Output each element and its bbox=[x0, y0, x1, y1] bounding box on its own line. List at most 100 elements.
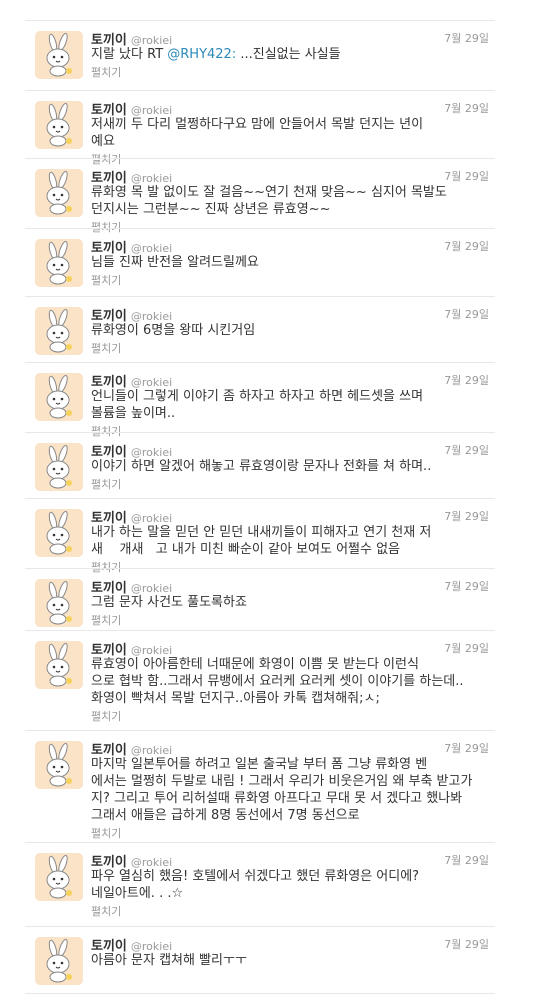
user-name[interactable]: 토끼이 bbox=[91, 445, 127, 460]
tweet-timestamp[interactable]: 7월 29일 bbox=[444, 852, 489, 868]
user-handle[interactable]: @rokiei bbox=[131, 376, 172, 389]
expand-link[interactable]: 펼치기 bbox=[91, 476, 489, 492]
expand-link[interactable]: 펼치기 bbox=[91, 64, 489, 80]
user-handle[interactable]: @rokiei bbox=[131, 242, 172, 255]
avatar[interactable] bbox=[35, 641, 83, 689]
tweet-timestamp[interactable]: 7월 29일 bbox=[444, 740, 489, 756]
tweet-item[interactable]: 토끼이 @rokiei 7월 29일 님들 진짜 반전을 알려드릴께요 펼치기 bbox=[25, 228, 495, 287]
rabbit-avatar-icon bbox=[35, 307, 83, 355]
tweet-item[interactable]: 토끼이 @rokiei 7월 29일 아름아 문자 캡쳐해 빨리ㅜㅜ bbox=[25, 926, 495, 985]
avatar[interactable] bbox=[35, 509, 83, 557]
user-name[interactable]: 토끼이 bbox=[91, 939, 127, 954]
tweet-timestamp[interactable]: 7월 29일 bbox=[444, 306, 489, 322]
mention-link[interactable]: @RHY422: bbox=[167, 47, 236, 62]
user-handle[interactable]: @rokiei bbox=[131, 582, 172, 595]
tweet-text: 이야기 하면 알겠어 해놓고 류효영이랑 문자나 전화를 쳐 하며.. bbox=[91, 459, 432, 474]
user-handle[interactable]: @rokiei bbox=[131, 446, 172, 459]
tweet-timestamp[interactable]: 7월 29일 bbox=[444, 238, 489, 254]
tweet-item[interactable]: 토끼이 @rokiei 7월 29일 류효영이 아아름한테 너때문에 화영이 이쁨… bbox=[25, 630, 495, 723]
rabbit-avatar-icon bbox=[35, 239, 83, 287]
user-handle[interactable]: @rokiei bbox=[131, 856, 172, 869]
tweet-item[interactable]: 토끼이 @rokiei 7월 29일 저새끼 두 다리 멀쩡하다구요 맘에 안들어… bbox=[25, 90, 495, 166]
expand-link[interactable]: 펼치기 bbox=[91, 151, 489, 167]
rabbit-avatar-icon bbox=[35, 853, 83, 901]
user-name[interactable]: 토끼이 bbox=[91, 643, 127, 658]
user-name[interactable]: 토끼이 bbox=[91, 511, 127, 526]
divider bbox=[25, 993, 495, 994]
rabbit-avatar-icon bbox=[35, 741, 83, 789]
avatar[interactable] bbox=[35, 307, 83, 355]
user-name[interactable]: 토끼이 bbox=[91, 241, 127, 256]
expand-link[interactable]: 펼치기 bbox=[91, 612, 489, 628]
tweet-timestamp[interactable]: 7월 29일 bbox=[444, 640, 489, 656]
tweet-timestamp[interactable]: 7월 29일 bbox=[444, 508, 489, 524]
tweet-item[interactable]: 토끼이 @rokiei 7월 29일 그럼 문자 사건도 풀도록하죠 펼치기 bbox=[25, 568, 495, 627]
user-name[interactable]: 토끼이 bbox=[91, 171, 127, 186]
avatar[interactable] bbox=[35, 443, 83, 491]
expand-link[interactable]: 펼치기 bbox=[91, 272, 489, 288]
avatar[interactable] bbox=[35, 741, 83, 789]
tweet-text: 아름아 문자 캡쳐해 빨리ㅜㅜ bbox=[91, 953, 247, 968]
tweet-item[interactable]: 토끼이 @rokiei 7월 29일 파우 열심히 했음! 호텔에서 쉬겠다고 했… bbox=[25, 842, 495, 918]
user-name[interactable]: 토끼이 bbox=[91, 855, 127, 870]
tweet-text: 파우 열심히 했음! 호텔에서 쉬겠다고 했던 류화영은 어디에? 네일아트에.… bbox=[91, 869, 420, 901]
tweet-timestamp[interactable]: 7월 29일 bbox=[444, 100, 489, 116]
tweet-timestamp[interactable]: 7월 29일 bbox=[444, 168, 489, 184]
expand-link[interactable]: 펼치기 bbox=[91, 825, 489, 841]
tweet-timestamp[interactable]: 7월 29일 bbox=[444, 30, 489, 46]
user-handle[interactable]: @rokiei bbox=[131, 512, 172, 525]
rabbit-avatar-icon bbox=[35, 937, 83, 985]
tweet-text: 그럼 문자 사건도 풀도록하죠 bbox=[91, 595, 247, 610]
avatar[interactable] bbox=[35, 579, 83, 627]
user-name[interactable]: 토끼이 bbox=[91, 375, 127, 390]
user-name[interactable]: 토끼이 bbox=[91, 309, 127, 324]
avatar[interactable] bbox=[35, 169, 83, 217]
rabbit-avatar-icon bbox=[35, 641, 83, 689]
tweet-timestamp[interactable]: 7월 29일 bbox=[444, 442, 489, 458]
user-handle[interactable]: @rokiei bbox=[131, 644, 172, 657]
user-name[interactable]: 토끼이 bbox=[91, 33, 127, 48]
tweet-timestamp[interactable]: 7월 29일 bbox=[444, 372, 489, 388]
user-handle[interactable]: @rokiei bbox=[131, 940, 172, 953]
tweet-timestamp[interactable]: 7월 29일 bbox=[444, 936, 489, 952]
tweet-item[interactable]: 토끼이 @rokiei 7월 29일 류화영이 6명을 왕따 시킨거임 펼치기 bbox=[25, 296, 495, 355]
rabbit-avatar-icon bbox=[35, 31, 83, 79]
expand-link[interactable]: 펼치기 bbox=[91, 219, 489, 235]
tweet-item[interactable]: 토끼이 @rokiei 7월 29일 마지막 일본투어를 하려고 일본 출국날 부… bbox=[25, 730, 495, 840]
user-handle[interactable]: @rokiei bbox=[131, 744, 172, 757]
rabbit-avatar-icon bbox=[35, 509, 83, 557]
tweet-text: 마지막 일본투어를 하려고 일본 출국날 부터 폼 그냥 류화영 벤 에서는 멀… bbox=[91, 757, 473, 823]
user-name[interactable]: 토끼이 bbox=[91, 581, 127, 596]
tweet-item[interactable]: 토끼이 @rokiei 7월 29일 류화영 목 발 없이도 잘 걸음~~연기 천… bbox=[25, 158, 495, 234]
tweet-item[interactable]: 토끼이 @rokiei 7월 29일 언니들이 그렇게 이야기 좀 하자고 하자고… bbox=[25, 362, 495, 438]
expand-link[interactable]: 펼치기 bbox=[91, 340, 489, 356]
user-name[interactable]: 토끼이 bbox=[91, 103, 127, 118]
avatar[interactable] bbox=[35, 853, 83, 901]
tweet-text: 류효영이 아아름한테 너때문에 화영이 이쁨 못 받는다 이런식 으로 협박 함… bbox=[91, 657, 464, 706]
user-handle[interactable]: @rokiei bbox=[131, 34, 172, 47]
rabbit-avatar-icon bbox=[35, 373, 83, 421]
user-handle[interactable]: @rokiei bbox=[131, 172, 172, 185]
tweet-item[interactable]: 토끼이 @rokiei 7월 29일 내가 하는 말을 믿던 안 믿던 내새끼들이… bbox=[25, 498, 495, 574]
tweet-item[interactable]: 토끼이 @rokiei 7월 29일 지랄 났다 RT @RHY422: ...진… bbox=[25, 20, 495, 79]
tweet-item[interactable]: 토끼이 @rokiei 7월 29일 이야기 하면 알겠어 해놓고 류효영이랑 문… bbox=[25, 432, 495, 491]
tweet-text: 류화영이 6명을 왕따 시킨거임 bbox=[91, 323, 256, 338]
tweet-text-part: 지랄 났다 RT bbox=[91, 47, 168, 62]
tweet-text-part: ...진실없는 사실들 bbox=[236, 47, 341, 62]
avatar[interactable] bbox=[35, 937, 83, 985]
user-handle[interactable]: @rokiei bbox=[131, 104, 172, 117]
user-name[interactable]: 토끼이 bbox=[91, 743, 127, 758]
expand-link[interactable]: 펼치기 bbox=[91, 708, 489, 724]
tweet-text: 지랄 났다 RT @RHY422: ...진실없는 사실들 bbox=[91, 46, 489, 63]
avatar[interactable] bbox=[35, 31, 83, 79]
avatar[interactable] bbox=[35, 101, 83, 149]
user-handle[interactable]: @rokiei bbox=[131, 310, 172, 323]
tweet-text: 저새끼 두 다리 멀쩡하다구요 맘에 안들어서 목발 던지는 년이 예요 bbox=[91, 117, 424, 149]
tweet-timestamp[interactable]: 7월 29일 bbox=[444, 578, 489, 594]
expand-link[interactable]: 펼치기 bbox=[91, 423, 489, 439]
tweet-text: 님들 진짜 반전을 알려드릴께요 bbox=[91, 255, 259, 270]
expand-link[interactable]: 펼치기 bbox=[91, 903, 489, 919]
avatar[interactable] bbox=[35, 373, 83, 421]
avatar[interactable] bbox=[35, 239, 83, 287]
expand-link[interactable]: 펼치기 bbox=[91, 559, 489, 575]
